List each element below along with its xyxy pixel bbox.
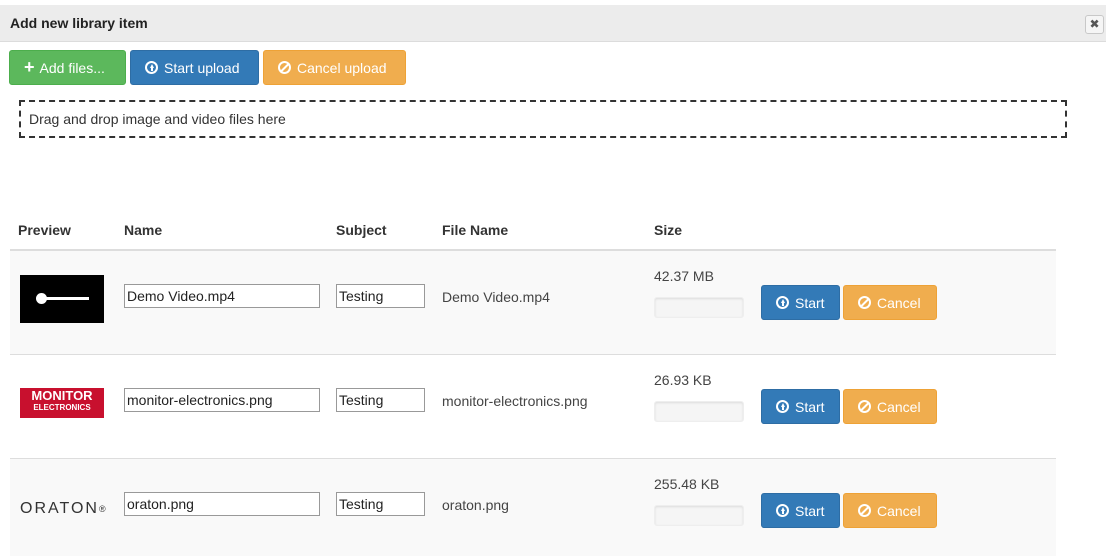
upload-circle-icon xyxy=(776,504,789,517)
file-size: 26.93 KB xyxy=(654,372,712,388)
ban-circle-icon xyxy=(858,296,871,309)
file-name: Demo Video.mp4 xyxy=(442,289,550,305)
upload-progress-bar xyxy=(654,505,744,526)
video-track xyxy=(44,297,89,300)
table-row: Demo Video.mp4 42.37 MB Start Cancel xyxy=(10,251,1056,355)
file-name: monitor-electronics.png xyxy=(442,393,588,409)
start-upload-label: Start upload xyxy=(164,59,240,76)
cancel-upload-button[interactable]: Cancel upload xyxy=(263,50,406,85)
start-button[interactable]: Start xyxy=(761,285,840,320)
table-row: ORATON® oraton.png 255.48 KB Start Cance… xyxy=(10,459,1056,556)
upload-circle-icon xyxy=(776,296,789,309)
oraton-logo-text: ORATON xyxy=(20,500,99,517)
ban-circle-icon xyxy=(858,504,871,517)
file-name: oraton.png xyxy=(442,497,509,513)
upload-circle-icon xyxy=(776,400,789,413)
cancel-button[interactable]: Cancel xyxy=(843,285,937,320)
upload-progress-bar xyxy=(654,401,744,422)
logo-line-2: ELECTRONICS xyxy=(33,403,91,412)
subject-input[interactable] xyxy=(336,284,425,308)
ban-circle-icon xyxy=(858,400,871,413)
file-size: 255.48 KB xyxy=(654,476,720,492)
drop-zone-text: Drag and drop image and video files here xyxy=(29,111,286,127)
subject-input[interactable] xyxy=(336,388,425,412)
add-files-label: Add files... xyxy=(39,59,105,76)
upload-progress-bar xyxy=(654,297,744,318)
add-files-button[interactable]: + Add files... xyxy=(9,50,126,85)
header-file-name: File Name xyxy=(442,222,509,238)
start-label: Start xyxy=(795,502,825,519)
cancel-label: Cancel xyxy=(877,294,921,311)
logo-line-1: MONITOR xyxy=(31,388,93,403)
name-input[interactable] xyxy=(124,388,320,412)
start-label: Start xyxy=(795,294,825,311)
header-size: Size xyxy=(654,222,683,238)
video-play-dot xyxy=(36,293,47,304)
cancel-button[interactable]: Cancel xyxy=(843,389,937,424)
dialog-title: Add new library item xyxy=(10,15,148,31)
start-label: Start xyxy=(795,398,825,415)
ban-circle-icon xyxy=(278,61,291,74)
monitor-electronics-logo: MONITOR ELECTRONICS xyxy=(20,379,104,427)
name-input[interactable] xyxy=(124,284,320,308)
start-button[interactable]: Start xyxy=(761,493,840,528)
table-row: MONITOR ELECTRONICS monitor-electronics.… xyxy=(10,355,1056,459)
header-preview: Preview xyxy=(18,222,71,238)
oraton-logo: ORATON® xyxy=(20,500,108,517)
cancel-label: Cancel xyxy=(877,502,921,519)
plus-icon: + xyxy=(24,57,35,77)
video-preview-thumbnail xyxy=(20,275,104,323)
close-icon[interactable]: ✖ xyxy=(1085,15,1104,34)
cancel-label: Cancel xyxy=(877,398,921,415)
start-button[interactable]: Start xyxy=(761,389,840,424)
drop-zone[interactable]: Drag and drop image and video files here xyxy=(19,100,1067,138)
dialog-title-bar: Add new library item ✖ xyxy=(0,5,1106,42)
cancel-button[interactable]: Cancel xyxy=(843,493,937,528)
name-input[interactable] xyxy=(124,492,320,516)
upload-circle-icon xyxy=(145,61,158,74)
subject-input[interactable] xyxy=(336,492,425,516)
header-subject: Subject xyxy=(336,222,387,238)
cancel-upload-label: Cancel upload xyxy=(297,59,387,76)
header-name: Name xyxy=(124,222,163,238)
file-size: 42.37 MB xyxy=(654,268,714,284)
start-upload-button[interactable]: Start upload xyxy=(130,50,259,85)
